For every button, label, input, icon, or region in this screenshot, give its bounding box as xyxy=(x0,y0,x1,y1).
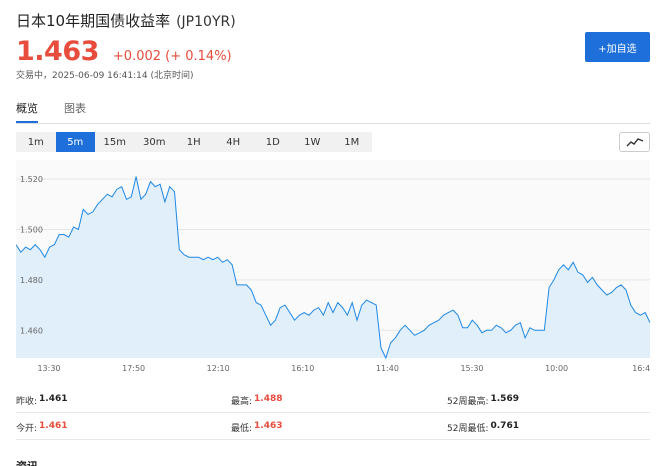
interval-1h[interactable]: 1H xyxy=(174,132,214,152)
instrument-title: 日本10年期国债收益率 xyxy=(16,12,171,30)
stat-value: 1.488 xyxy=(254,394,283,404)
tab-bar: 概览 图表 xyxy=(16,98,650,124)
interval-15m[interactable]: 15m xyxy=(95,132,135,152)
chart-y-tick-label: 1.520 xyxy=(20,175,43,184)
chart-x-tick-label: 12:10 xyxy=(207,364,230,373)
last-price: 1.463 xyxy=(16,36,99,67)
ticker-symbol: (JP10YR) xyxy=(176,14,236,30)
interval-1mo[interactable]: 1M xyxy=(332,132,372,152)
line-chart-icon xyxy=(626,138,643,147)
interval-4h[interactable]: 4H xyxy=(214,132,254,152)
trade-status: 交易中，2025-06-09 16:41:14 (北京时间) xyxy=(16,71,194,81)
stat-value: 1.461 xyxy=(39,421,68,431)
chart-x-tick-label: 16:4 xyxy=(632,364,650,373)
stat-label: 最高: xyxy=(231,397,253,407)
chart-y-tick-label: 1.500 xyxy=(20,226,43,235)
stat-value: 1.463 xyxy=(254,421,283,431)
stat-high: 最高: 1.488 xyxy=(231,394,283,407)
price-change: +0.002 (+ 0.14%) xyxy=(112,49,232,64)
stat-label: 52周最高: xyxy=(447,397,489,407)
chart-type-button[interactable] xyxy=(619,132,650,152)
stats-panel: 昨收: 1.461 最高: 1.488 52周最高: 1.569 今开: 1.4… xyxy=(16,386,650,440)
chart-y-tick-label: 1.460 xyxy=(20,326,43,335)
stat-value: 0.761 xyxy=(490,421,519,431)
interval-5m[interactable]: 5m xyxy=(55,132,95,152)
price-chart[interactable]: 1.460 1.480 1.500 1.520 13:30 17:50 12:10 16:10… xyxy=(16,160,650,380)
tab-overview[interactable]: 概览 xyxy=(16,98,38,123)
stat-label: 52周最低: xyxy=(447,424,489,434)
stat-value: 1.461 xyxy=(39,394,68,404)
stat-prev-close: 昨收: 1.461 xyxy=(16,394,68,407)
interval-1d[interactable]: 1D xyxy=(253,132,293,152)
stat-52w-high: 52周最高: 1.569 xyxy=(447,394,519,407)
stat-52w-low: 52周最低: 0.761 xyxy=(447,421,519,434)
chart-y-tick-label: 1.480 xyxy=(20,276,43,285)
title-row: 日本10年期国债收益率 (JP10YR) xyxy=(16,10,236,31)
price-row: 1.463 +0.002 (+ 0.14%) xyxy=(16,36,232,67)
stats-row-2: 今开: 1.461 最低: 1.463 52周最低: 0.761 xyxy=(16,413,650,440)
stat-low: 最低: 1.463 xyxy=(231,421,283,434)
stat-label: 今开: xyxy=(16,424,38,434)
tab-chart[interactable]: 图表 xyxy=(64,98,86,123)
interval-1m[interactable]: 1m xyxy=(16,132,56,152)
interval-30m[interactable]: 30m xyxy=(135,132,175,152)
chart-x-tick-label: 15:30 xyxy=(460,364,483,373)
chart-x-tick-label: 13:30 xyxy=(37,364,60,373)
news-heading: 资讯 xyxy=(16,458,38,466)
chart-x-tick-label: 16:10 xyxy=(291,364,314,373)
stat-label: 昨收: xyxy=(16,397,38,407)
quote-page: 日本10年期国债收益率 (JP10YR) +加自选 1.463 +0.002 (… xyxy=(0,0,660,466)
stat-open: 今开: 1.461 xyxy=(16,421,68,434)
chart-x-tick-label: 17:50 xyxy=(122,364,145,373)
stat-label: 最低: xyxy=(231,424,253,434)
chart-x-tick-label: 10:00 xyxy=(545,364,568,373)
interval-1w[interactable]: 1W xyxy=(293,132,333,152)
stats-row-1: 昨收: 1.461 最高: 1.488 52周最高: 1.569 xyxy=(16,386,650,413)
interval-selector: 1m 5m 15m 30m 1H 4H 1D 1W 1M xyxy=(16,132,372,152)
stat-value: 1.569 xyxy=(490,394,519,404)
add-to-watchlist-button[interactable]: +加自选 xyxy=(585,32,650,62)
chart-x-tick-label: 11:40 xyxy=(376,364,399,373)
